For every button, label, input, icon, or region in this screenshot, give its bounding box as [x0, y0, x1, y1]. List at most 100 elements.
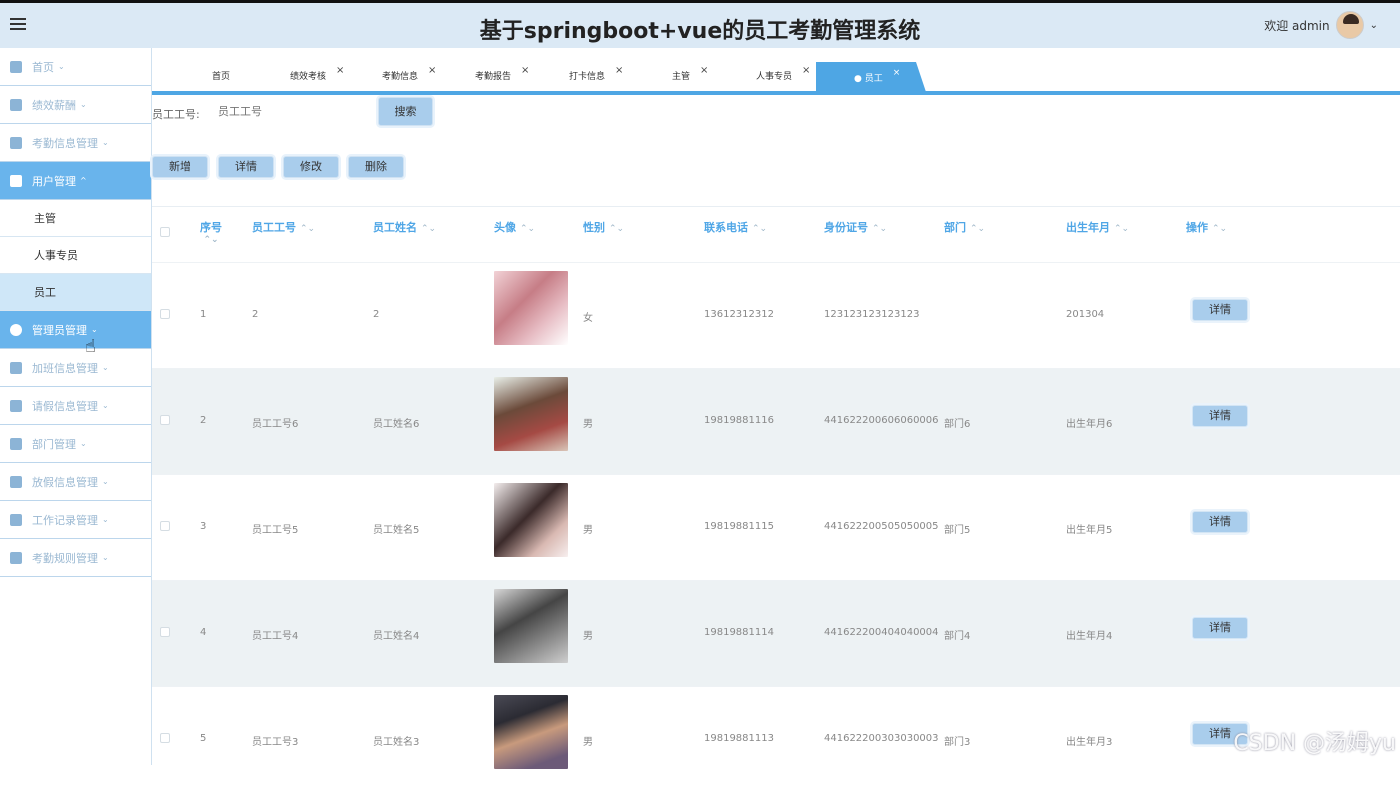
cell-id: 员工工号3 [252, 733, 298, 748]
sidebar-item-label: 用户管理 [32, 173, 76, 189]
record-icon [10, 514, 22, 526]
cell-name: 员工姓名6 [373, 415, 419, 430]
search-input[interactable] [214, 100, 364, 124]
edit-button[interactable]: 修改 [283, 156, 339, 178]
header-gender[interactable]: 性别⌃⌄ [583, 219, 624, 235]
cell-phone: 19819881116 [704, 415, 774, 426]
top-header: 基于springboot+vue的员工考勤管理系统 欢迎 admin ⌄ [0, 0, 1400, 48]
header-id[interactable]: 员工工号⌃⌄ [252, 219, 315, 235]
tab-home[interactable]: 首页 [212, 69, 230, 82]
cell-dept: 部门6 [944, 415, 970, 430]
employee-table: 序号⌃⌄ 员工工号⌃⌄ 员工姓名⌃⌄ 头像⌃⌄ 性别⌃⌄ 联系电话⌃⌄ 身份证号… [152, 206, 1400, 792]
cell-birth: 出生年月6 [1066, 415, 1112, 430]
cell-gender: 男 [583, 415, 593, 430]
select-all-checkbox[interactable] [160, 227, 170, 237]
tab-supervisor[interactable]: 主管× [672, 69, 708, 82]
cell-gender: 男 [583, 627, 593, 642]
cell-dept: 部门4 [944, 627, 970, 642]
header-no[interactable]: 序号⌃⌄ [200, 219, 222, 245]
row-checkbox[interactable] [160, 733, 170, 743]
mail-icon [10, 552, 22, 564]
chevron-down-icon: ⌄ [102, 363, 109, 372]
cell-dept: 部门3 [944, 733, 970, 748]
row-detail-button[interactable]: 详情 [1192, 405, 1248, 427]
cell-name: 员工姓名4 [373, 627, 419, 642]
chevron-up-icon: ^ [80, 176, 87, 185]
cell-name: 2 [373, 309, 379, 320]
header-name[interactable]: 员工姓名⌃⌄ [373, 219, 436, 235]
avatar-photo [494, 589, 568, 663]
cell-name: 员工姓名5 [373, 521, 419, 536]
sidebar-item-users[interactable]: 用户管理 ^ [0, 162, 151, 200]
detail-button[interactable]: 详情 [218, 156, 274, 178]
sidebar-item-overtime[interactable]: 加班信息管理 ⌄ [0, 349, 151, 387]
cell-no: 5 [200, 733, 206, 744]
header-birth[interactable]: 出生年月⌃⌄ [1066, 219, 1129, 235]
cell-no: 1 [200, 309, 206, 320]
header-dept[interactable]: 部门⌃⌄ [944, 219, 985, 235]
cell-id: 员工工号4 [252, 627, 298, 642]
tab-bar: 首页 绩效考核× 考勤信息× 考勤报告× 打卡信息× 主管× 人事专员× ● 员… [152, 62, 1400, 95]
sidebar-item-home[interactable]: 首页⌄ [0, 48, 151, 86]
close-icon: × [428, 65, 436, 76]
chevron-down-icon[interactable]: ⌄ [1370, 20, 1378, 31]
tab-clockin[interactable]: 打卡信息× [569, 69, 623, 82]
circle-icon [10, 324, 22, 336]
add-button[interactable]: 新增 [152, 156, 208, 178]
chevron-down-icon: ⌄ [102, 515, 109, 524]
avatar-photo [494, 377, 568, 451]
sidebar-item-label: 加班信息管理 [32, 360, 98, 376]
dashboard-icon [10, 362, 22, 374]
row-checkbox[interactable] [160, 521, 170, 531]
row-checkbox[interactable] [160, 627, 170, 637]
header-actions: 操作⌃⌄ [1186, 219, 1227, 235]
avatar-photo [494, 271, 568, 345]
cell-gender: 女 [583, 309, 593, 324]
row-checkbox[interactable] [160, 309, 170, 319]
row-detail-button[interactable]: 详情 [1192, 511, 1248, 533]
delete-button[interactable]: 删除 [348, 156, 404, 178]
sidebar-item-label: 绩效薪酬 [32, 97, 76, 113]
close-icon: × [615, 65, 623, 76]
user-menu[interactable]: 欢迎 admin ⌄ [1264, 11, 1378, 39]
cell-birth: 出生年月3 [1066, 733, 1112, 748]
cell-idcard: 123123123123123 [824, 309, 919, 320]
sidebar-item-label: 考勤规则管理 [32, 550, 98, 566]
cell-no: 2 [200, 415, 206, 426]
cell-id: 员工工号5 [252, 521, 298, 536]
sidebar-subitem-hr[interactable]: 人事专员 [0, 237, 151, 274]
sidebar-item-leave[interactable]: 请假信息管理 ⌄ [0, 387, 151, 425]
tab-performance[interactable]: 绩效考核× [290, 69, 344, 82]
table-row: 1 2 2 女 13612312312 123123123123123 2013… [152, 262, 1400, 368]
sidebar-item-holidays[interactable]: 放假信息管理⌄ [0, 463, 151, 501]
search-button[interactable]: 搜索 [378, 97, 433, 126]
row-detail-button[interactable]: 详情 [1192, 299, 1248, 321]
avatar[interactable] [1336, 11, 1364, 39]
header-photo[interactable]: 头像⌃⌄ [494, 219, 535, 235]
cell-name: 员工姓名3 [373, 733, 419, 748]
row-detail-button[interactable]: 详情 [1192, 617, 1248, 639]
calendar-icon [10, 476, 22, 488]
sidebar: 首页⌄ 绩效薪酬⌄ 考勤信息管理⌄ 用户管理^ 主管 人事专员 员工 管理员管理… [0, 48, 152, 765]
sidebar-subitem-employee[interactable]: 员工 [0, 274, 151, 311]
row-checkbox[interactable] [160, 415, 170, 425]
sidebar-item-attendance[interactable]: 考勤信息管理⌄ [0, 124, 151, 162]
header-phone[interactable]: 联系电话⌃⌄ [704, 219, 767, 235]
header-idcard[interactable]: 身份证号⌃⌄ [824, 219, 887, 235]
cell-phone: 19819881115 [704, 521, 774, 532]
sidebar-item-label: 请假信息管理 [32, 398, 98, 414]
tab-attendance[interactable]: 考勤信息× [382, 69, 436, 82]
sidebar-item-performance[interactable]: 绩效薪酬⌄ [0, 86, 151, 124]
sidebar-item-rules[interactable]: 考勤规则管理⌄ [0, 539, 151, 577]
sidebar-item-work-records[interactable]: 工作记录管理⌄ [0, 501, 151, 539]
document-icon [10, 99, 22, 111]
home-icon [10, 61, 22, 73]
chevron-down-icon: ⌄ [102, 401, 109, 410]
sidebar-item-departments[interactable]: 部门管理⌄ [0, 425, 151, 463]
sidebar-item-admins[interactable]: 管理员管理⌄ [0, 311, 151, 349]
tab-report[interactable]: 考勤报告× [475, 69, 529, 82]
table-row: 2 员工工号6 员工姓名6 男 19819881116 441622200606… [152, 368, 1400, 474]
tab-hr[interactable]: 人事专员× [756, 69, 810, 82]
sidebar-subitem-supervisor[interactable]: 主管 [0, 200, 151, 237]
tab-employee[interactable]: ● 员工× [816, 62, 926, 92]
